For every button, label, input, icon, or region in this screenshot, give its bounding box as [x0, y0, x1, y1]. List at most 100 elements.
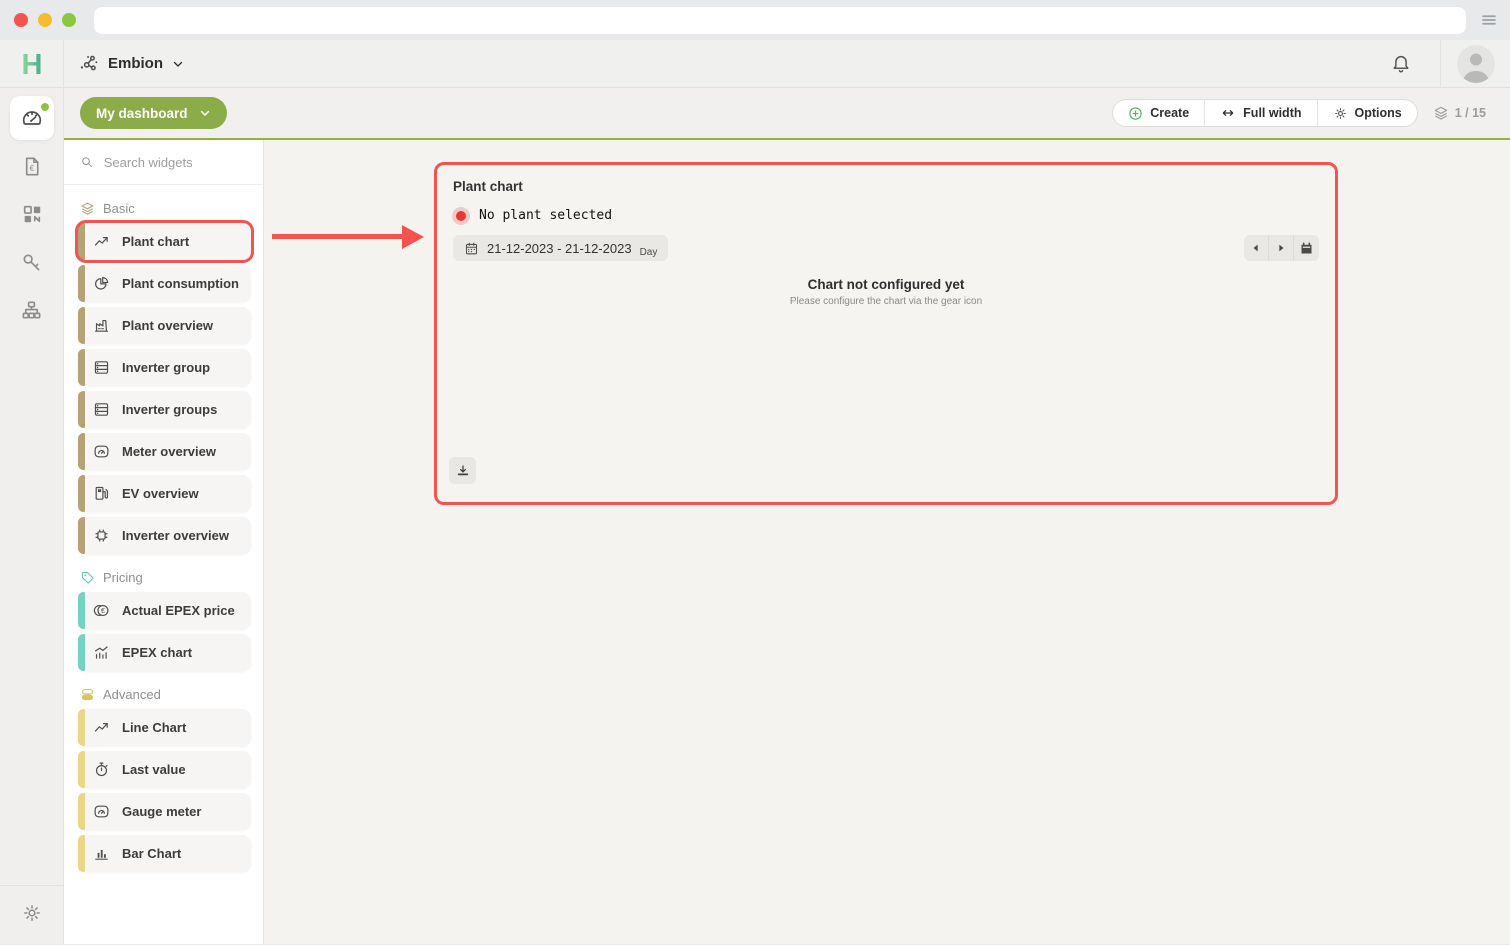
- accent-bar: [78, 592, 85, 629]
- widget-item-last-value[interactable]: Last value: [78, 751, 251, 788]
- gauge-icon: [93, 443, 110, 460]
- dashboard-selector-label: My dashboard: [96, 106, 188, 121]
- widget-item-label: Inverter groups: [122, 402, 217, 417]
- factory-icon: [93, 317, 110, 334]
- widget-item-label: Inverter overview: [122, 528, 229, 543]
- app-logo[interactable]: H: [0, 40, 64, 87]
- widget-item-plant-overview[interactable]: Plant overview: [78, 307, 251, 344]
- close-window-button[interactable]: [14, 13, 28, 27]
- widget-item-label: Plant consumption: [122, 276, 239, 291]
- ev-charger-icon: [93, 485, 110, 502]
- annotation-arrow-head: [402, 225, 424, 249]
- accent-bar: [78, 265, 85, 302]
- widget-item-inverter-group[interactable]: Inverter group: [78, 349, 251, 386]
- section-pricing: Pricing: [80, 570, 247, 585]
- section-advanced: Advanced: [80, 687, 247, 702]
- widget-status-text: No plant selected: [479, 208, 612, 223]
- widget-item-label: EV overview: [122, 486, 199, 501]
- accent-bar: [78, 349, 85, 386]
- arrows-horizontal-icon: [1220, 105, 1236, 121]
- dashboard-selector-button[interactable]: My dashboard: [80, 97, 227, 129]
- plus-circle-icon: [1128, 106, 1143, 121]
- chip-icon: [93, 527, 110, 544]
- widget-item-line-chart[interactable]: Line Chart: [78, 709, 251, 746]
- date-range-button[interactable]: 21-12-2023 - 21-12-2023 Day: [453, 235, 668, 261]
- annotation-arrow: [272, 234, 404, 239]
- notifications-button[interactable]: [1390, 53, 1412, 75]
- calendar-picker-button[interactable]: [1294, 235, 1319, 261]
- next-period-button[interactable]: [1269, 235, 1294, 261]
- rail-item-hierarchy[interactable]: [10, 288, 54, 332]
- top-navbar: H Embion: [0, 40, 1510, 88]
- full-width-button[interactable]: Full width: [1204, 100, 1316, 126]
- caret-right-icon: [1276, 243, 1286, 253]
- stopwatch-icon: [93, 761, 110, 778]
- widget-item-gauge-meter[interactable]: Gauge meter: [78, 793, 251, 830]
- empty-state-subtitle: Please configure the chart via the gear …: [437, 296, 1335, 307]
- widget-item-plant-chart[interactable]: Plant chart: [78, 223, 251, 260]
- sitemap-icon: [20, 299, 43, 322]
- widget-item-label: Bar Chart: [122, 846, 181, 861]
- widget-title: Plant chart: [453, 179, 1319, 194]
- date-range-value: 21-12-2023 - 21-12-2023: [487, 241, 632, 256]
- accent-bar: [78, 634, 85, 671]
- address-bar[interactable]: [94, 7, 1466, 34]
- widget-item-bar-chart[interactable]: Bar Chart: [78, 835, 251, 872]
- gear-icon: [1333, 106, 1348, 121]
- widget-item-label: Last value: [122, 762, 186, 777]
- browser-menu-icon[interactable]: [1480, 11, 1498, 29]
- widget-item-label: EPEX chart: [122, 645, 192, 660]
- rail-item-widgets[interactable]: [10, 192, 54, 236]
- widget-item-inverter-groups[interactable]: Inverter groups: [78, 391, 251, 428]
- section-basic-label: Basic: [103, 201, 135, 216]
- chevron-down-icon: [172, 58, 184, 70]
- rail-item-billing[interactable]: €: [10, 144, 54, 188]
- user-menu[interactable]: [1440, 40, 1510, 87]
- chevron-down-icon: [199, 107, 211, 119]
- window-controls: [14, 13, 76, 27]
- accent-bar: [78, 709, 85, 746]
- full-width-label: Full width: [1243, 106, 1301, 120]
- stack-icon: [80, 687, 95, 702]
- rail-item-settings[interactable]: [21, 902, 43, 924]
- widget-search: [64, 140, 263, 185]
- options-button[interactable]: Options: [1317, 100, 1417, 126]
- widget-item-inverter-overview[interactable]: Inverter overview: [78, 517, 251, 554]
- line-chart-icon: [93, 233, 110, 250]
- widget-item-meter-overview[interactable]: Meter overview: [78, 433, 251, 470]
- layers-icon: [1433, 105, 1449, 121]
- download-icon: [455, 463, 471, 479]
- search-input[interactable]: [104, 155, 247, 170]
- create-button[interactable]: Create: [1113, 100, 1204, 126]
- bell-icon: [1390, 53, 1412, 75]
- line-chart-icon: [93, 719, 110, 736]
- organization-menu[interactable]: Embion: [64, 40, 198, 87]
- accent-bar: [78, 751, 85, 788]
- zoom-window-button[interactable]: [62, 13, 76, 27]
- network-icon: [78, 53, 99, 74]
- person-icon: [1457, 45, 1495, 83]
- rail-item-access-keys[interactable]: [10, 240, 54, 284]
- bar-chart-icon: [93, 845, 110, 862]
- combo-chart-icon: [93, 644, 110, 661]
- minimize-window-button[interactable]: [38, 13, 52, 27]
- accent-bar: [78, 835, 85, 872]
- download-button[interactable]: [449, 457, 476, 484]
- caret-left-icon: [1251, 243, 1261, 253]
- widget-counter-value: 1 / 15: [1455, 106, 1486, 120]
- gauge-icon: [93, 803, 110, 820]
- widget-item-label: Gauge meter: [122, 804, 201, 819]
- rail-item-dashboard[interactable]: [10, 96, 54, 140]
- speedometer-icon: [20, 106, 44, 130]
- widget-item-ev-overview[interactable]: EV overview: [78, 475, 251, 512]
- svg-text:€: €: [101, 607, 105, 615]
- accent-bar: [78, 391, 85, 428]
- widget-counter: 1 / 15: [1433, 105, 1486, 121]
- layers-icon: [80, 201, 95, 216]
- widget-item-actual-epex-price[interactable]: € Actual EPEX price: [78, 592, 251, 629]
- widget-item-label: Inverter group: [122, 360, 210, 375]
- widget-item-plant-consumption[interactable]: Plant consumption: [78, 265, 251, 302]
- previous-period-button[interactable]: [1244, 235, 1269, 261]
- widget-item-label: Meter overview: [122, 444, 216, 459]
- widget-item-epex-chart[interactable]: EPEX chart: [78, 634, 251, 671]
